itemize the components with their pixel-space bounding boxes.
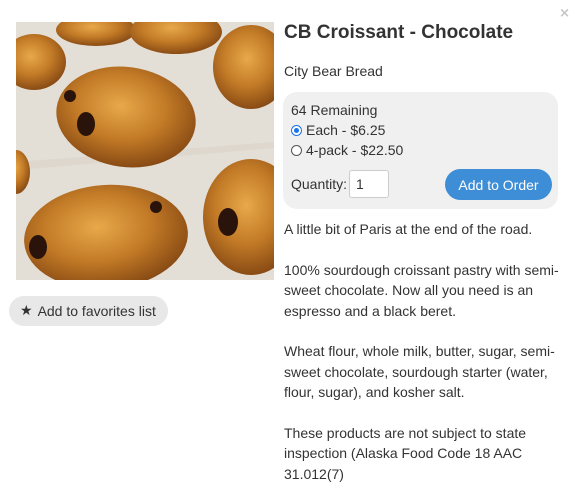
product-description: A little bit of Paris at the end of the … — [284, 219, 560, 484]
product-image — [16, 22, 274, 280]
quantity-label: Quantity: — [291, 176, 348, 192]
description-paragraph: A little bit of Paris at the end of the … — [284, 221, 533, 237]
radio-each[interactable] — [291, 124, 302, 136]
product-title: CB Croissant - Chocolate — [284, 22, 514, 43]
radio-4-pack[interactable] — [291, 144, 302, 156]
quantity-input[interactable] — [349, 170, 390, 198]
option-each[interactable]: Each - $6.25 — [291, 121, 550, 139]
order-panel: 64 Remaining Each - $6.25 4-pack - $22.5… — [283, 92, 558, 209]
remaining-count: 64 Remaining — [291, 102, 378, 118]
star-icon: ★ — [20, 303, 33, 319]
option-4-pack-label: 4-pack - $22.50 — [306, 142, 404, 158]
close-icon[interactable]: × — [559, 6, 570, 21]
option-each-label: Each - $6.25 — [306, 122, 386, 138]
description-paragraph: Wheat flour, whole milk, butter, sugar, … — [284, 343, 555, 400]
product-details: CB Croissant - Chocolate City Bear Bread… — [283, 22, 560, 504]
add-to-order-button[interactable]: Add to Order — [445, 169, 552, 200]
description-paragraph: 100% sourdough croissant pastry with sem… — [284, 261, 559, 319]
description-paragraph: These products are not subject to state … — [284, 424, 527, 482]
vendor-name: City Bear Bread — [284, 63, 383, 79]
quantity-row: Quantity: — [291, 170, 390, 198]
add-to-favorites-label: Add to favorites list — [37, 303, 156, 319]
add-to-favorites-button[interactable]: ★ Add to favorites list — [9, 296, 168, 326]
option-4-pack[interactable]: 4-pack - $22.50 — [291, 141, 550, 159]
